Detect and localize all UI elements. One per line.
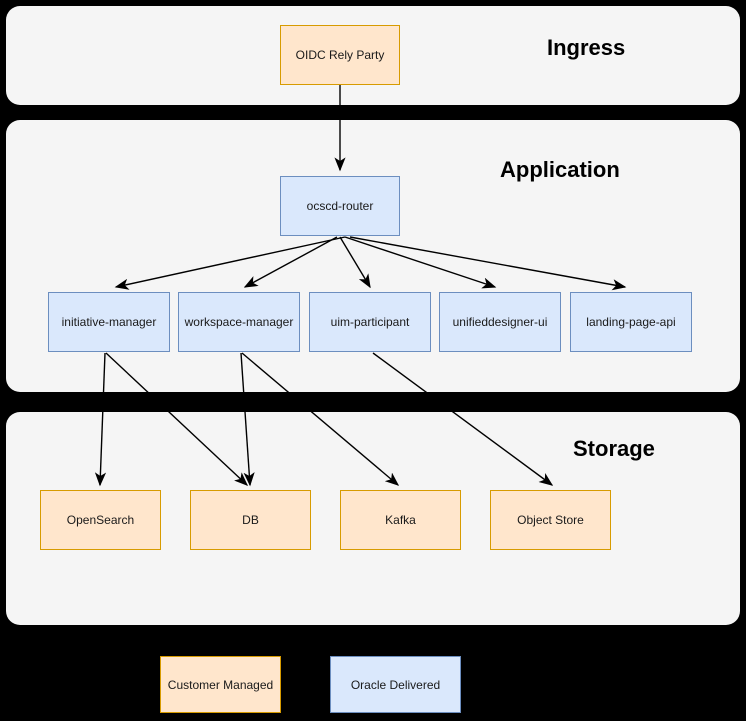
legend-customer-managed: Customer Managed	[160, 656, 281, 713]
zone-title-ingress: Ingress	[547, 35, 626, 60]
node-db[interactable]: DB	[190, 490, 311, 550]
architecture-diagram: Ingress Application Storage OIDC Rely Pa…	[0, 0, 746, 721]
node-opensearch[interactable]: OpenSearch	[40, 490, 161, 550]
node-uim-participant[interactable]: uim-participant	[309, 292, 431, 352]
node-unifieddesigner-ui[interactable]: unifieddesigner-ui	[439, 292, 561, 352]
zone-title-storage: Storage	[573, 436, 655, 461]
legend-oracle-delivered: Oracle Delivered	[330, 656, 461, 713]
node-oidc-rely-party[interactable]: OIDC Rely Party	[280, 25, 400, 85]
node-landing-page-api[interactable]: landing-page-api	[570, 292, 692, 352]
zone-title-application: Application	[500, 157, 620, 182]
node-kafka[interactable]: Kafka	[340, 490, 461, 550]
node-ocscd-router[interactable]: ocscd-router	[280, 176, 400, 236]
node-initiative-manager[interactable]: initiative-manager	[48, 292, 170, 352]
node-object-store[interactable]: Object Store	[490, 490, 611, 550]
node-workspace-manager[interactable]: workspace-manager	[178, 292, 300, 352]
